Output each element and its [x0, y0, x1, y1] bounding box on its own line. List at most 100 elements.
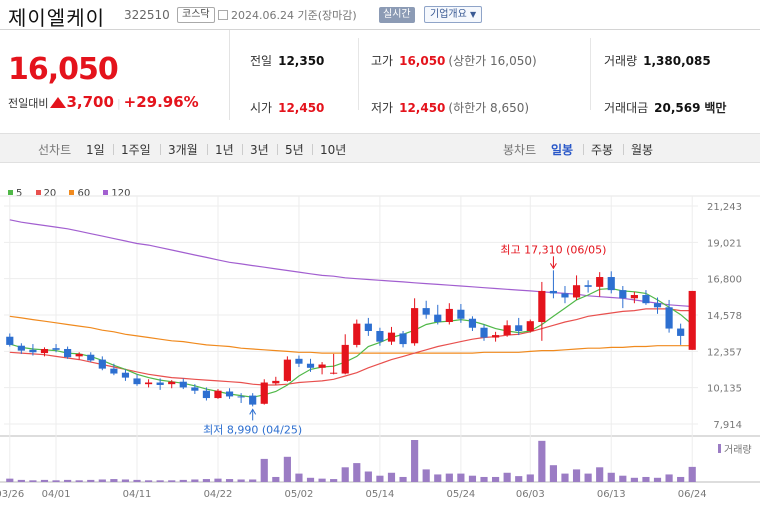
volume-bar	[526, 474, 534, 482]
volume-bar	[688, 466, 696, 482]
candle-body	[515, 325, 523, 332]
x-tick-label: 06/03	[516, 489, 545, 500]
volume-bar	[156, 480, 164, 482]
candle-body	[572, 285, 581, 298]
volume-bar	[399, 476, 407, 482]
volume-bar	[214, 478, 222, 482]
candle-body	[468, 318, 477, 328]
x-tick-label: 05/24	[446, 489, 475, 500]
x-tick-label: 05/02	[285, 489, 314, 500]
volume-bar	[491, 476, 500, 482]
candle-body	[376, 331, 384, 342]
candle-body	[561, 293, 569, 298]
candle-body	[306, 363, 315, 368]
volume-bar	[306, 477, 315, 482]
candle-body	[619, 290, 627, 299]
volume-bar	[225, 479, 234, 482]
x-tick-label: 04/11	[123, 489, 152, 500]
volume-bar	[98, 479, 106, 482]
volume-bar	[468, 475, 477, 482]
candle-body	[202, 390, 211, 399]
candle-body	[688, 290, 696, 350]
candle-body	[677, 328, 685, 336]
volume-bar	[75, 480, 83, 482]
volume-bar	[538, 440, 546, 482]
candle-body	[434, 314, 442, 323]
volume-bar	[677, 476, 685, 482]
volume-bar	[549, 465, 558, 482]
volume-bar	[283, 456, 291, 482]
candle-body	[52, 348, 60, 350]
volume-bar	[353, 463, 361, 482]
volume-bar	[457, 473, 465, 482]
candle-body	[64, 348, 72, 358]
candle-body	[6, 336, 14, 345]
volume-bar	[364, 471, 372, 482]
candle-body	[549, 290, 558, 294]
volume-bar	[249, 479, 257, 482]
candle-body	[110, 368, 118, 374]
volume-bar	[40, 479, 49, 482]
candle-body	[168, 381, 176, 385]
candle-body	[596, 277, 604, 287]
volume-bar	[630, 477, 638, 482]
candle-body	[29, 349, 37, 353]
volume-bar	[561, 473, 569, 482]
volume-bar	[121, 479, 130, 482]
x-tick-label: 06/24	[678, 489, 707, 500]
volume-bar	[133, 479, 141, 482]
candle-body	[133, 378, 141, 385]
volume-bar	[87, 479, 95, 482]
candle-body	[642, 295, 650, 304]
volume-bar	[330, 479, 338, 482]
x-tick-label: 04/22	[204, 489, 233, 500]
candle-body	[249, 395, 257, 405]
volume-bar	[17, 479, 25, 482]
volume-bar	[64, 479, 72, 482]
volume-bar	[191, 479, 199, 482]
candle-body	[341, 344, 349, 374]
volume-bar	[653, 477, 662, 482]
candle-body	[179, 381, 187, 388]
candle-body	[457, 309, 465, 319]
candle-body	[387, 332, 396, 342]
volume-bar	[665, 474, 673, 482]
candlestick-chart[interactable]: 21,243 19,021 16,800 14,578 12,357 10,135 7,91…	[0, 0, 760, 506]
volume-bar	[110, 479, 118, 482]
volume-bar	[341, 467, 349, 482]
candle-body	[491, 335, 500, 338]
candle-body	[445, 308, 453, 323]
candle-body	[653, 303, 662, 308]
y-tick-label: 21,243	[707, 202, 742, 213]
volume-legend-swatch	[718, 444, 721, 453]
x-tick-label: 05/14	[366, 489, 395, 500]
x-tick-label: 06/13	[597, 489, 626, 500]
candle-body	[584, 285, 592, 287]
candle-body	[353, 323, 361, 345]
volume-bar	[237, 479, 245, 482]
y-tick-label: 10,135	[707, 384, 742, 395]
y-tick-label: 19,021	[707, 238, 742, 249]
volume-bar	[503, 472, 511, 482]
volume-bar	[168, 480, 176, 482]
candle-body	[411, 308, 419, 344]
candle-body	[144, 382, 153, 385]
volume-bar	[607, 472, 615, 482]
candle-body	[526, 321, 534, 332]
candle-body	[607, 277, 615, 291]
candle-body	[156, 382, 164, 385]
candle-body	[191, 387, 199, 391]
volume-label: 거래량	[724, 444, 752, 456]
candle-body	[260, 382, 268, 404]
candle-body	[121, 372, 130, 378]
volume-bar	[6, 478, 14, 482]
candle-body	[480, 327, 488, 338]
volume-bar	[411, 440, 419, 482]
volume-bar	[272, 476, 280, 482]
volume-bar	[29, 480, 37, 482]
x-tick-label: 03/26	[0, 489, 24, 500]
y-tick-label: 14,578	[707, 311, 742, 322]
volume-bar	[619, 475, 627, 482]
volume-bar	[260, 458, 268, 482]
candle-body	[422, 308, 430, 315]
